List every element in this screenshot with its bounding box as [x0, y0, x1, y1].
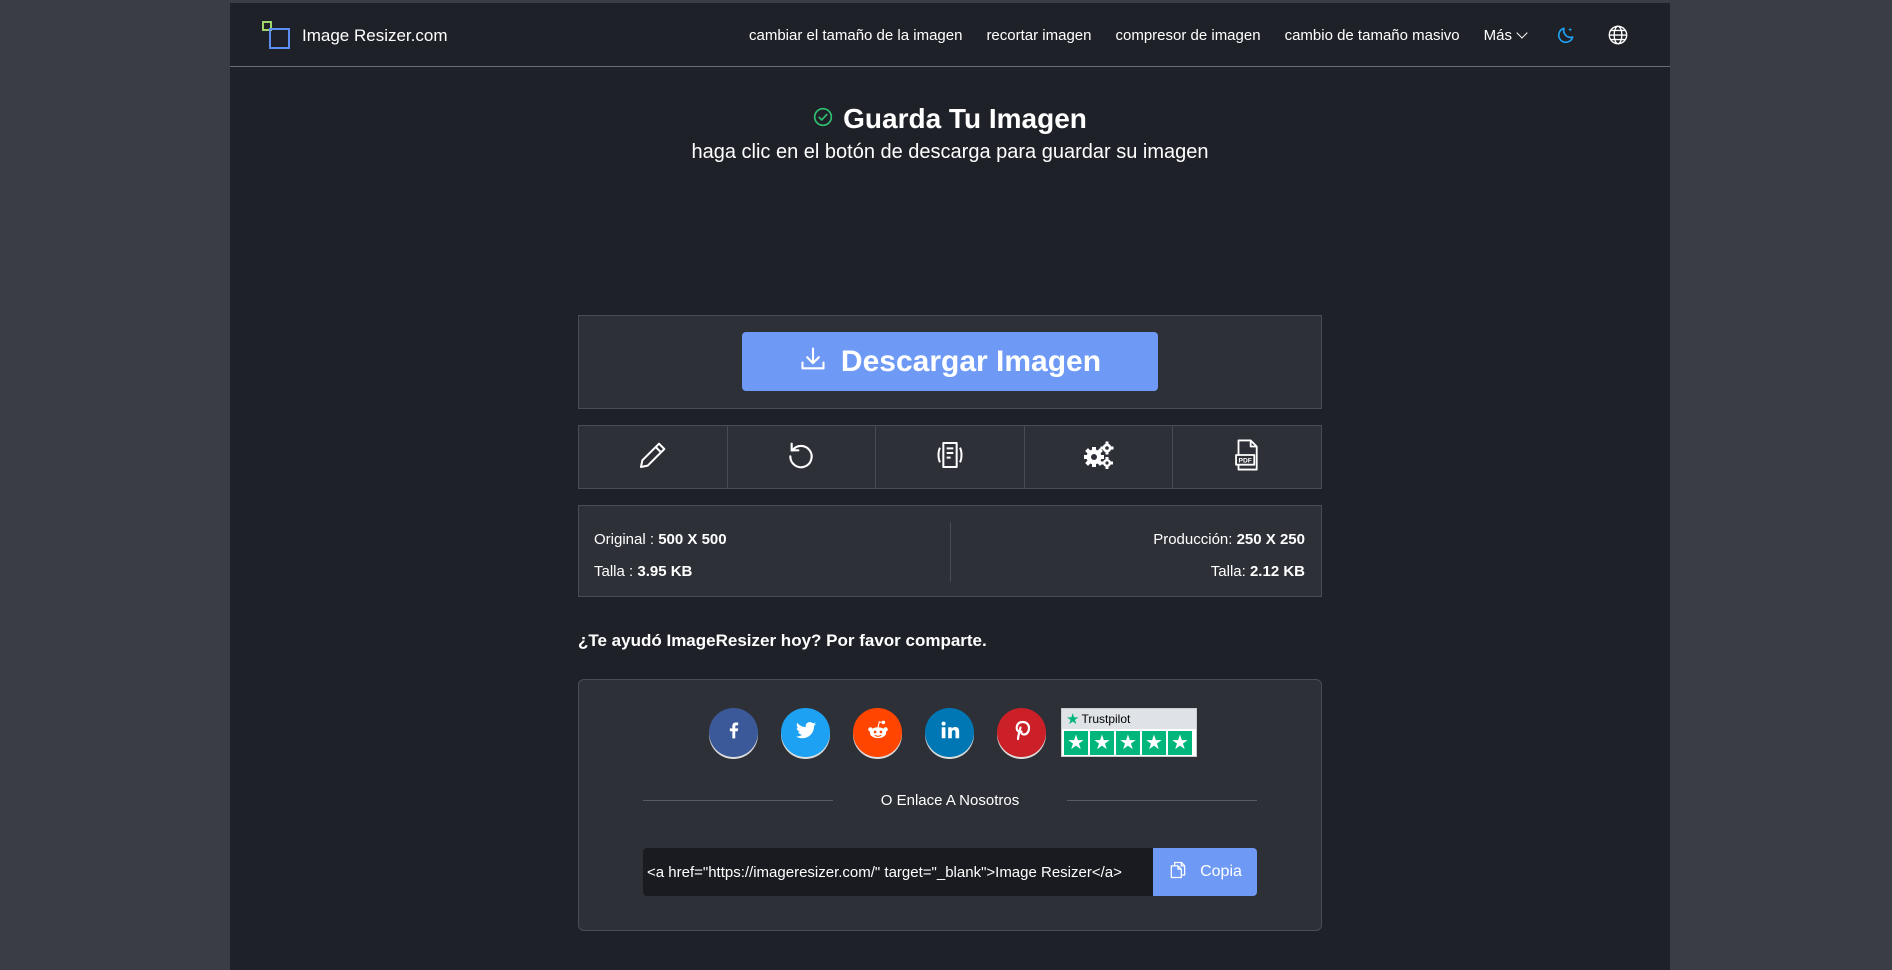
tools-bar: PDF [578, 425, 1322, 489]
reddit-icon [864, 717, 892, 748]
star-icon: ★ [1116, 731, 1140, 755]
social-row: ★ Trustpilot ★ ★ ★ ★ ★ [709, 708, 1197, 757]
original-label: Original : [594, 531, 655, 548]
main-nav: cambiar el tamaño de la imagen recortar … [725, 3, 1630, 67]
reddit-share-button[interactable] [853, 708, 902, 757]
logo-text: Image Resizer.com [302, 26, 448, 45]
download-panel: Descargar Imagen [578, 315, 1322, 409]
info-divider [950, 522, 951, 582]
nav-item-compress[interactable]: compresor de imagen [1115, 27, 1260, 44]
success-check-icon [813, 107, 833, 132]
output-info: Producción: 250 X 250 Talla: 2.12 KB [1153, 524, 1305, 588]
summary-icon [934, 439, 966, 476]
svg-text:PDF: PDF [1239, 457, 1252, 464]
trustpilot-rating-stars: ★ ★ ★ ★ ★ [1062, 729, 1196, 757]
settings-button[interactable] [1025, 426, 1174, 488]
output-size: 2.12 KB [1249, 563, 1305, 580]
copy-label: Copia [1200, 863, 1242, 880]
logo[interactable]: Image Resizer.com [262, 21, 448, 51]
page-subtitle: haga clic en el botón de descarga para g… [691, 141, 1209, 163]
link-divider: O Enlace A Nosotros [643, 792, 1257, 809]
language-globe-icon[interactable] [1606, 23, 1630, 47]
trustpilot-star-icon: ★ [1066, 711, 1080, 728]
twitter-share-button[interactable] [781, 708, 830, 757]
title-row: Guarda Tu Imagen [230, 103, 1670, 135]
facebook-share-button[interactable] [709, 708, 758, 757]
page: Image Resizer.com cambiar el tamaño de l… [230, 3, 1670, 970]
download-icon [799, 345, 827, 378]
undo-icon [785, 439, 817, 476]
pdf-button[interactable]: PDF [1173, 426, 1321, 488]
edit-pencil-icon [637, 439, 669, 476]
link-code-box: Copia [643, 848, 1257, 896]
twitter-icon [794, 719, 818, 746]
original-size-label: Talla : [594, 563, 634, 580]
nav-item-bulk-resize[interactable]: cambio de tamaño masivo [1285, 27, 1460, 44]
edit-button[interactable] [579, 426, 728, 488]
dark-mode-icon[interactable] [1554, 23, 1578, 47]
output-dimensions: 250 X 250 [1236, 531, 1305, 548]
nav-more-dropdown[interactable]: Más [1483, 26, 1528, 44]
pdf-icon: PDF [1232, 438, 1262, 477]
star-icon: ★ [1142, 731, 1166, 755]
output-label: Producción: [1153, 531, 1233, 548]
link-us-text: O Enlace A Nosotros [880, 792, 1020, 809]
top-nav-bar: Image Resizer.com cambiar el tamaño de l… [230, 3, 1670, 67]
nav-item-crop[interactable]: recortar imagen [986, 27, 1091, 44]
settings-gears-icon [1082, 440, 1116, 475]
original-size: 3.95 KB [637, 563, 693, 580]
pinterest-icon [1010, 718, 1034, 747]
nav-more-label: Más [1483, 26, 1512, 44]
original-info: Original : 500 X 500 Talla : 3.95 KB [594, 524, 727, 588]
star-icon: ★ [1064, 731, 1088, 755]
trustpilot-badge[interactable]: ★ Trustpilot ★ ★ ★ ★ ★ [1061, 708, 1197, 757]
pinterest-share-button[interactable] [997, 708, 1046, 757]
download-label: Descargar Imagen [840, 344, 1102, 378]
logo-icon [262, 21, 292, 51]
chevron-down-icon [1516, 27, 1528, 39]
linkedin-icon [939, 719, 961, 746]
star-icon: ★ [1090, 731, 1114, 755]
original-dimensions: 500 X 500 [658, 531, 727, 548]
summary-button[interactable] [876, 426, 1025, 488]
facebook-icon [724, 719, 744, 746]
trustpilot-header: ★ Trustpilot [1062, 709, 1196, 729]
copy-button[interactable]: Copia [1153, 848, 1257, 896]
trustpilot-label: Trustpilot [1081, 712, 1131, 726]
download-image-button[interactable]: Descargar Imagen [742, 332, 1158, 391]
share-panel: ★ Trustpilot ★ ★ ★ ★ ★ O Enlace A Nosotr… [578, 679, 1322, 931]
linkedin-share-button[interactable] [925, 708, 974, 757]
nav-item-resize[interactable]: cambiar el tamaño de la imagen [749, 27, 962, 44]
star-icon: ★ [1168, 731, 1192, 755]
output-size-label: Talla: [1210, 563, 1246, 580]
share-question: ¿Te ayudó ImageResizer hoy? Por favor co… [578, 631, 987, 650]
link-code-input[interactable] [643, 848, 1153, 896]
page-title: Guarda Tu Imagen [843, 103, 1087, 134]
image-info-panel: Original : 500 X 500 Talla : 3.95 KB Pro… [578, 505, 1322, 597]
copy-icon [1168, 859, 1188, 886]
undo-button[interactable] [728, 426, 877, 488]
